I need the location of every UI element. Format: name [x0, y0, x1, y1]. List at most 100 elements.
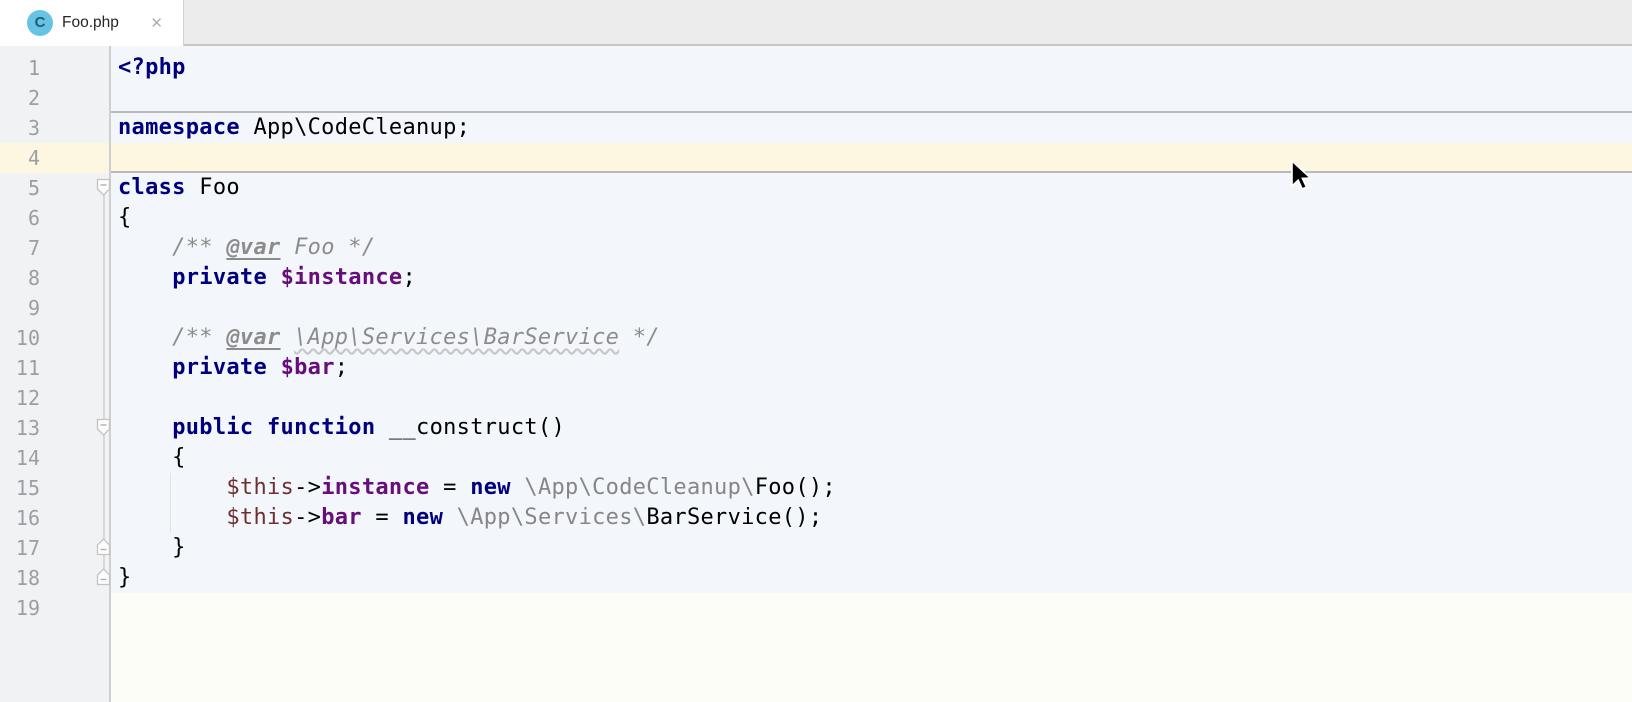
fold-connector-line [103, 195, 105, 569]
code-token: Foo(); [755, 475, 836, 500]
code-token: /** [118, 325, 226, 350]
line-number-text: 2 [0, 83, 40, 113]
code-token [118, 505, 226, 530]
line-number[interactable]: 13 [0, 413, 109, 443]
editor-gutter: 12345678910111213141516171819 [0, 46, 111, 702]
code-token: <?php [118, 55, 186, 80]
editor-workspace: 12345678910111213141516171819 <?phpnames… [0, 46, 1632, 702]
code-token [281, 325, 295, 350]
code-token: */ [619, 325, 660, 350]
code-editor-area[interactable]: <?php namespace App\CodeCleanup; class Foo… [111, 46, 1632, 702]
code-token: BarService(); [646, 505, 822, 530]
code-line[interactable]: class Foo [111, 173, 1632, 203]
line-number[interactable]: 2 [0, 83, 109, 113]
code-token [443, 505, 457, 530]
code-line[interactable]: $this->instance = new \App\CodeCleanup\F… [111, 473, 1632, 503]
tab-foo-php[interactable]: C Foo.php ✕ [0, 0, 184, 46]
fold-collapse-icon[interactable] [96, 418, 111, 436]
line-number-text: 17 [0, 533, 40, 563]
code-token: ; [402, 265, 416, 290]
line-number-text: 10 [0, 323, 40, 353]
code-line[interactable] [111, 83, 1632, 113]
code-token: instance [321, 475, 429, 500]
code-token [118, 265, 172, 290]
close-tab-icon[interactable]: ✕ [150, 16, 163, 31]
line-number-text: 4 [0, 143, 40, 173]
line-number[interactable]: 4 [0, 143, 109, 173]
code-line[interactable]: private $bar; [111, 353, 1632, 383]
line-number-text: 14 [0, 443, 40, 473]
code-line[interactable]: public function __construct() [111, 413, 1632, 443]
code-token: new [402, 505, 443, 530]
code-token: $this [226, 505, 294, 530]
line-number-text: 18 [0, 563, 40, 593]
code-token: ; [335, 355, 349, 380]
tab-title: Foo.php [62, 14, 119, 32]
code-token: private [172, 355, 267, 380]
line-number[interactable]: 9 [0, 293, 109, 323]
code-token: -> [294, 505, 321, 530]
line-number[interactable]: 14 [0, 443, 109, 473]
code-line[interactable]: $this->bar = new \App\Services\BarServic… [111, 503, 1632, 533]
code-token: { [118, 205, 132, 230]
mouse-pointer-icon [1289, 159, 1313, 191]
code-line[interactable] [111, 383, 1632, 413]
code-line[interactable] [111, 143, 1632, 173]
line-number[interactable]: 10 [0, 323, 109, 353]
code-token: __construct() [375, 415, 565, 440]
code-line[interactable] [111, 293, 1632, 323]
code-token: \App\CodeCleanup\ [524, 475, 754, 500]
fold-collapse-icon[interactable] [96, 178, 111, 196]
fold-collapse-end-icon[interactable] [96, 568, 111, 586]
line-number[interactable]: 19 [0, 593, 109, 623]
code-line[interactable]: namespace App\CodeCleanup; [111, 113, 1632, 143]
code-line[interactable]: /** @var \App\Services\BarService */ [111, 323, 1632, 353]
code-token: -> [294, 475, 321, 500]
line-number[interactable]: 5 [0, 173, 109, 203]
line-number[interactable]: 1 [0, 53, 109, 83]
line-number-text: 12 [0, 383, 40, 413]
code-token: /** [118, 235, 226, 260]
line-number[interactable]: 11 [0, 353, 109, 383]
code-token [118, 475, 226, 500]
code-line[interactable]: { [111, 443, 1632, 473]
line-number[interactable]: 16 [0, 503, 109, 533]
code-token: $instance [281, 265, 403, 290]
code-token: private [172, 265, 267, 290]
code-line[interactable]: <?php [111, 53, 1632, 83]
code-line[interactable] [111, 593, 1632, 623]
code-token: \App\Services\ [457, 505, 647, 530]
line-number[interactable]: 8 [0, 263, 109, 293]
code-token [267, 355, 281, 380]
line-number-text: 1 [0, 53, 40, 83]
line-number[interactable]: 15 [0, 473, 109, 503]
line-number-text: 5 [0, 173, 40, 203]
code-line[interactable]: } [111, 533, 1632, 563]
code-line[interactable]: private $instance; [111, 263, 1632, 293]
line-number[interactable]: 17 [0, 533, 109, 563]
code-token [511, 475, 525, 500]
code-line[interactable]: { [111, 203, 1632, 233]
code-token: = [430, 475, 471, 500]
code-lines: <?php namespace App\CodeCleanup; class Foo… [111, 53, 1632, 623]
fold-collapse-end-icon[interactable] [96, 538, 111, 556]
code-token: function [267, 415, 375, 440]
line-number-text: 7 [0, 233, 40, 263]
line-number[interactable]: 18 [0, 563, 109, 593]
line-number[interactable]: 7 [0, 233, 109, 263]
line-number-text: 15 [0, 473, 40, 503]
code-token: $this [226, 475, 294, 500]
line-number[interactable]: 6 [0, 203, 109, 233]
code-token: \App\Services\BarService [294, 325, 619, 350]
line-number-text: 11 [0, 353, 40, 383]
line-number[interactable]: 12 [0, 383, 109, 413]
code-line[interactable]: } [111, 563, 1632, 593]
indent-guide [170, 473, 171, 533]
line-number[interactable]: 3 [0, 113, 109, 143]
code-token: bar [321, 505, 362, 530]
line-number-text: 6 [0, 203, 40, 233]
code-token: Foo */ [281, 235, 376, 260]
line-number-text: 16 [0, 503, 40, 533]
code-token: new [470, 475, 511, 500]
code-line[interactable]: /** @var Foo */ [111, 233, 1632, 263]
